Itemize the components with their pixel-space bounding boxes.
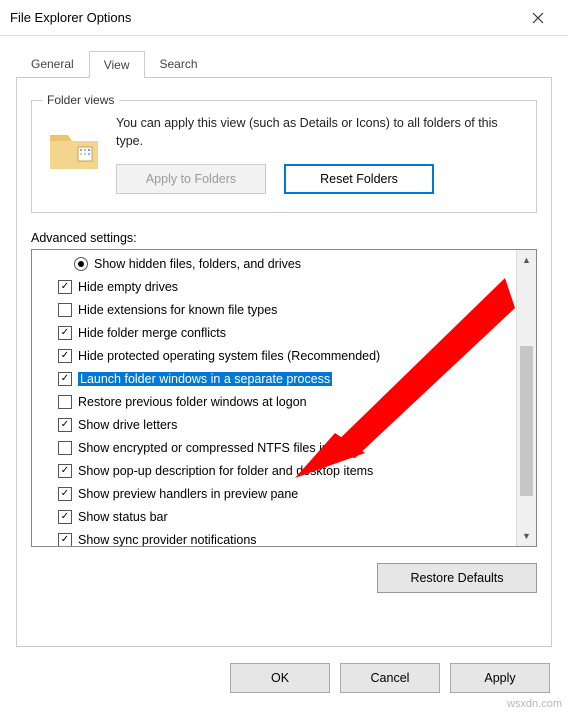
list-item-label: Show preview handlers in preview pane	[78, 487, 298, 501]
checkbox-icon[interactable]	[58, 303, 72, 317]
list-item-label: Launch folder windows in a separate proc…	[78, 372, 332, 386]
list-item-label: Restore previous folder windows at logon	[78, 395, 307, 409]
tab-strip: General View Search	[0, 36, 568, 77]
apply-to-folders-button: Apply to Folders	[116, 164, 266, 194]
list-item-label: Show hidden files, folders, and drives	[94, 257, 301, 271]
list-item[interactable]: ✓ Hide empty drives	[32, 275, 516, 298]
close-button[interactable]	[518, 3, 558, 33]
folder-views-text: You can apply this view (such as Details…	[116, 115, 522, 150]
list-item-label: Show drive letters	[78, 418, 177, 432]
checkbox-icon[interactable]: ✓	[58, 464, 72, 478]
list-item[interactable]: ✓ Show sync provider notifications	[32, 528, 516, 546]
list-item[interactable]: Show encrypted or compressed NTFS files …	[32, 436, 516, 459]
list-item[interactable]: Show hidden files, folders, and drives	[32, 252, 516, 275]
list-item-label: Hide folder merge conflicts	[78, 326, 226, 340]
list-item[interactable]: ✓ Show preview handlers in preview pane	[32, 482, 516, 505]
list-item-label: Hide empty drives	[78, 280, 178, 294]
tab-search[interactable]: Search	[145, 50, 213, 77]
checkbox-icon[interactable]: ✓	[58, 487, 72, 501]
cancel-button[interactable]: Cancel	[340, 663, 440, 693]
checkbox-icon[interactable]: ✓	[58, 326, 72, 340]
tab-view[interactable]: View	[89, 51, 145, 78]
checkbox-icon[interactable]: ✓	[58, 280, 72, 294]
checkbox-icon[interactable]: ✓	[58, 418, 72, 432]
reset-folders-button[interactable]: Reset Folders	[284, 164, 434, 194]
list-item[interactable]: Hide extensions for known file types	[32, 298, 516, 321]
titlebar: File Explorer Options	[0, 0, 568, 36]
list-item[interactable]: Restore previous folder windows at logon	[32, 390, 516, 413]
advanced-settings-list[interactable]: Show hidden files, folders, and drives ✓ H…	[31, 249, 537, 547]
list-item[interactable]: ✓ Hide protected operating system files (…	[32, 344, 516, 367]
folder-icon	[46, 121, 102, 177]
list-item[interactable]: ✓ Show pop-up description for folder and …	[32, 459, 516, 482]
folder-views-group: Folder views You can apply this view (su…	[31, 100, 537, 213]
checkbox-icon[interactable]: ✓	[58, 533, 72, 547]
radio-icon[interactable]	[74, 257, 88, 271]
list-item[interactable]: ✓ Show status bar	[32, 505, 516, 528]
list-item-label: Hide protected operating system files (R…	[78, 349, 380, 363]
checkbox-icon[interactable]	[58, 395, 72, 409]
checkbox-icon[interactable]	[58, 441, 72, 455]
list-item[interactable]: ✓ Hide folder merge conflicts	[32, 321, 516, 344]
list-item[interactable]: ✓ Show drive letters	[32, 413, 516, 436]
watermark: wsxdn.com	[507, 698, 562, 710]
scroll-thumb[interactable]	[520, 346, 533, 496]
list-item[interactable]: ✓ Launch folder windows in a separate pro…	[32, 367, 516, 390]
scroll-down-icon[interactable]: ▼	[517, 526, 536, 546]
scroll-up-icon[interactable]: ▲	[517, 250, 536, 270]
folder-views-title: Folder views	[42, 93, 119, 107]
restore-defaults-button[interactable]: Restore Defaults	[377, 563, 537, 593]
list-item-label: Show encrypted or compressed NTFS files …	[78, 441, 359, 455]
scrollbar[interactable]: ▲ ▼	[516, 250, 536, 546]
list-item-label: Show pop-up description for folder and d…	[78, 464, 373, 478]
dialog-button-row: OK Cancel Apply	[0, 659, 568, 711]
window-title: File Explorer Options	[10, 10, 518, 25]
tab-panel-view: Folder views You can apply this view (su…	[16, 77, 552, 647]
list-item-label: Show status bar	[78, 510, 168, 524]
apply-button[interactable]: Apply	[450, 663, 550, 693]
tab-general[interactable]: General	[16, 50, 89, 77]
list-item-label: Hide extensions for known file types	[78, 303, 277, 317]
checkbox-icon[interactable]: ✓	[58, 349, 72, 363]
ok-button[interactable]: OK	[230, 663, 330, 693]
advanced-settings-label: Advanced settings:	[31, 231, 537, 245]
checkbox-icon[interactable]: ✓	[58, 510, 72, 524]
list-item-label: Show sync provider notifications	[78, 533, 257, 547]
checkbox-icon[interactable]: ✓	[58, 372, 72, 386]
close-icon	[532, 12, 544, 24]
